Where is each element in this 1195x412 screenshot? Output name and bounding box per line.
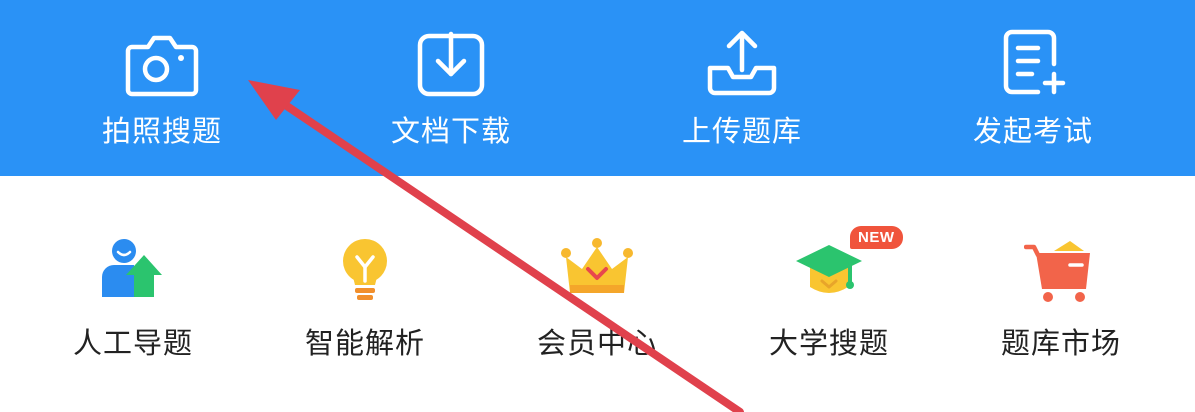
document-download-label: 文档下载	[390, 114, 511, 148]
crown-icon	[561, 238, 633, 293]
camera-icon	[125, 35, 199, 97]
take-photo-search-button[interactable]: 拍照搜题	[42, 0, 282, 176]
person-upload-icon	[102, 239, 162, 297]
start-exam-label: 发起考试	[972, 114, 1093, 148]
smart-analysis-label: 智能解析	[304, 326, 425, 360]
college-search-button[interactable]: NEW 大学搜题	[714, 226, 944, 370]
member-center-button[interactable]: 会员中心	[482, 230, 712, 370]
top-action-bar: 拍照搜题 文档下载 上传题库 发起考试	[0, 0, 1195, 176]
upload-question-bank-button[interactable]: 上传题库	[622, 0, 862, 176]
lightbulb-icon	[343, 239, 387, 300]
upload-question-bank-label: 上传题库	[681, 114, 802, 148]
member-center-label: 会员中心	[536, 326, 657, 360]
manual-import-button[interactable]: 人工导题	[18, 230, 248, 370]
question-bank-market-button[interactable]: 题库市场	[946, 230, 1176, 370]
smart-analysis-button[interactable]: 智能解析	[250, 230, 480, 370]
start-exam-button[interactable]: 发起考试	[913, 0, 1153, 176]
question-bank-market-label: 题库市场	[1000, 326, 1121, 360]
upload-icon	[707, 30, 777, 96]
college-search-label: 大学搜题	[768, 326, 889, 360]
document-add-icon	[1003, 29, 1066, 95]
take-photo-search-label: 拍照搜题	[101, 114, 222, 148]
download-icon	[417, 31, 485, 97]
new-badge: NEW	[850, 226, 903, 249]
manual-import-label: 人工导题	[72, 326, 193, 360]
document-download-button[interactable]: 文档下载	[331, 0, 571, 176]
shopping-cart-icon	[1024, 241, 1090, 302]
